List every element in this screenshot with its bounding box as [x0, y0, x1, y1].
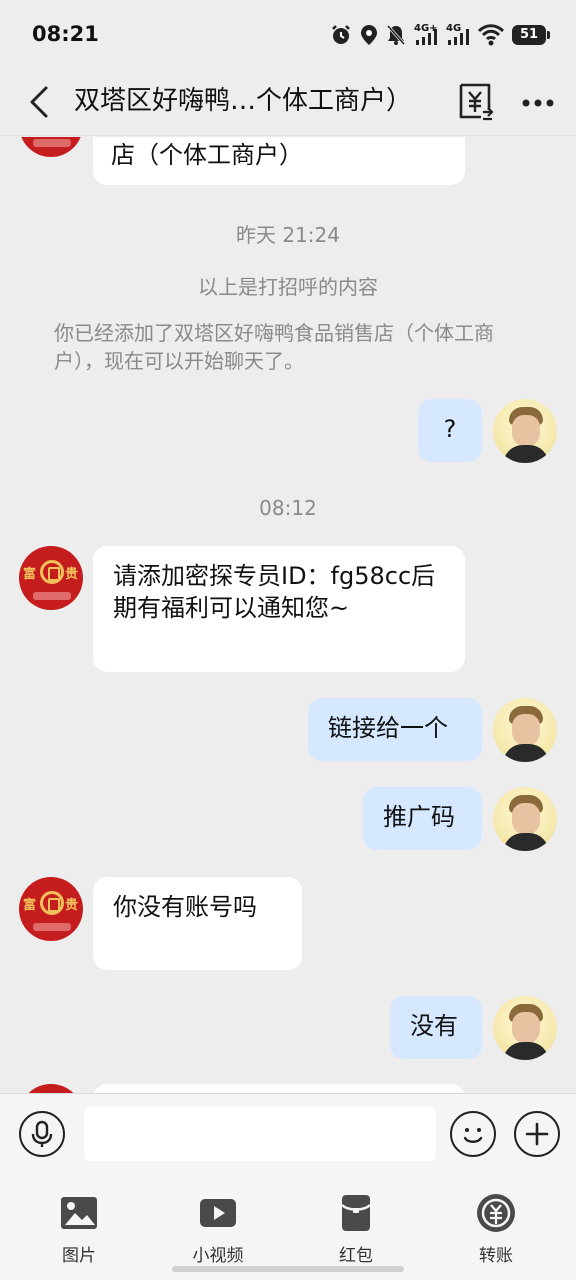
timestamp: 昨天 21:24	[236, 223, 340, 247]
red-packet-tool[interactable]: 红包	[306, 1191, 406, 1266]
user-avatar[interactable]	[493, 996, 557, 1060]
signal-1-icon: 4G+	[414, 24, 438, 46]
image-tool[interactable]: 图片	[29, 1191, 129, 1266]
shop-avatar[interactable]: 富 贵	[19, 877, 83, 941]
message-bubble-sent[interactable]: 推广码	[363, 787, 482, 850]
avatar-blur	[33, 592, 71, 600]
system-notice: 以上是打招呼的内容	[198, 275, 378, 299]
message-text: 请添加密探专员ID：fg58cc后期有福利可以通知您~	[113, 562, 436, 622]
battery-icon: 51	[512, 25, 550, 45]
status-time: 08:21	[32, 22, 99, 46]
plus-icon	[525, 1122, 549, 1146]
mute-icon	[386, 25, 406, 45]
video-tool[interactable]: 小视频	[168, 1191, 268, 1266]
shop-avatar[interactable]: 富 贵	[19, 546, 83, 610]
message-bubble-received[interactable]	[93, 1084, 465, 1093]
user-avatar[interactable]	[493, 698, 557, 762]
timestamp: 08:12	[259, 496, 317, 520]
system-notice: 你已经添加了双塔区好嗨鸭食品销售店（个体工商户），现在可以开始聊天了。	[54, 321, 494, 373]
video-icon	[200, 1199, 236, 1227]
message-text: 你没有账号吗	[113, 893, 257, 921]
status-icons: 4G+ 4G 51	[330, 22, 550, 48]
emoji-button[interactable]	[450, 1111, 496, 1157]
tool-label: 小视频	[192, 1246, 244, 1266]
message-text: ?	[443, 415, 457, 443]
microphone-icon	[31, 1120, 53, 1147]
attachment-toolbar: 图片 小视频 红包 转账	[0, 1175, 576, 1280]
chat-title: 双塔区好嗨鸭…个体工商户）	[74, 86, 413, 116]
message-bubble-sent[interactable]: ?	[418, 399, 482, 462]
tool-label: 转账	[479, 1246, 513, 1266]
message-bubble-received[interactable]: 店（个体工商户）	[93, 137, 465, 185]
home-indicator[interactable]	[172, 1266, 404, 1272]
message-bubble-received[interactable]: 你没有账号吗	[93, 877, 302, 970]
message-bubble-sent[interactable]: 没有	[390, 996, 482, 1059]
transfer-icon	[477, 1194, 515, 1232]
tool-label: 图片	[62, 1246, 96, 1266]
more-functions-button[interactable]	[514, 1111, 560, 1157]
avatar-blur	[33, 139, 71, 147]
voice-input-button[interactable]	[19, 1111, 65, 1157]
more-options-button[interactable]	[520, 88, 556, 118]
avatar-emblem	[40, 560, 64, 584]
user-avatar[interactable]	[493, 787, 557, 851]
avatar-char-right: 贵	[64, 567, 78, 582]
avatar-blur	[33, 923, 71, 931]
smile-icon	[463, 1128, 483, 1143]
chat-header: 双塔区好嗨鸭…个体工商户）	[0, 70, 576, 136]
shop-avatar[interactable]	[19, 1084, 83, 1093]
avatar-char-left: 富	[23, 898, 37, 913]
status-bar: 08:21 4G+ 4G 51	[0, 0, 576, 70]
message-bubble-received[interactable]: 请添加密探专员ID：fg58cc后期有福利可以通知您~	[93, 546, 465, 672]
message-text: 链接给一个	[328, 714, 448, 742]
tool-label: 红包	[339, 1246, 373, 1266]
shop-avatar[interactable]: 富 贵	[19, 137, 83, 157]
signal-2-icon: 4G	[446, 24, 470, 46]
alarm-icon	[332, 25, 350, 44]
transfer-tool[interactable]: 转账	[446, 1191, 546, 1266]
message-input[interactable]	[84, 1107, 436, 1161]
avatar-char-right: 贵	[64, 898, 78, 913]
message-text: 推广码	[383, 803, 455, 831]
message-text: 没有	[410, 1012, 458, 1040]
input-bar	[0, 1093, 576, 1175]
user-avatar[interactable]	[493, 399, 557, 463]
back-button[interactable]	[22, 82, 58, 122]
message-text: 店（个体工商户）	[111, 141, 303, 169]
avatar-emblem	[40, 891, 64, 915]
transfer-shortcut-button[interactable]	[456, 82, 494, 122]
location-icon	[361, 25, 377, 45]
chat-message-list[interactable]: 富 贵 店（个体工商户） 昨天 21:24 以上是打招呼的内容 你已经添加了双塔…	[0, 137, 576, 1093]
avatar-char-left: 富	[23, 567, 37, 582]
image-icon	[61, 1197, 97, 1229]
red-packet-icon	[341, 1195, 371, 1231]
wifi-icon	[478, 24, 504, 46]
message-bubble-sent[interactable]: 链接给一个	[308, 698, 482, 761]
